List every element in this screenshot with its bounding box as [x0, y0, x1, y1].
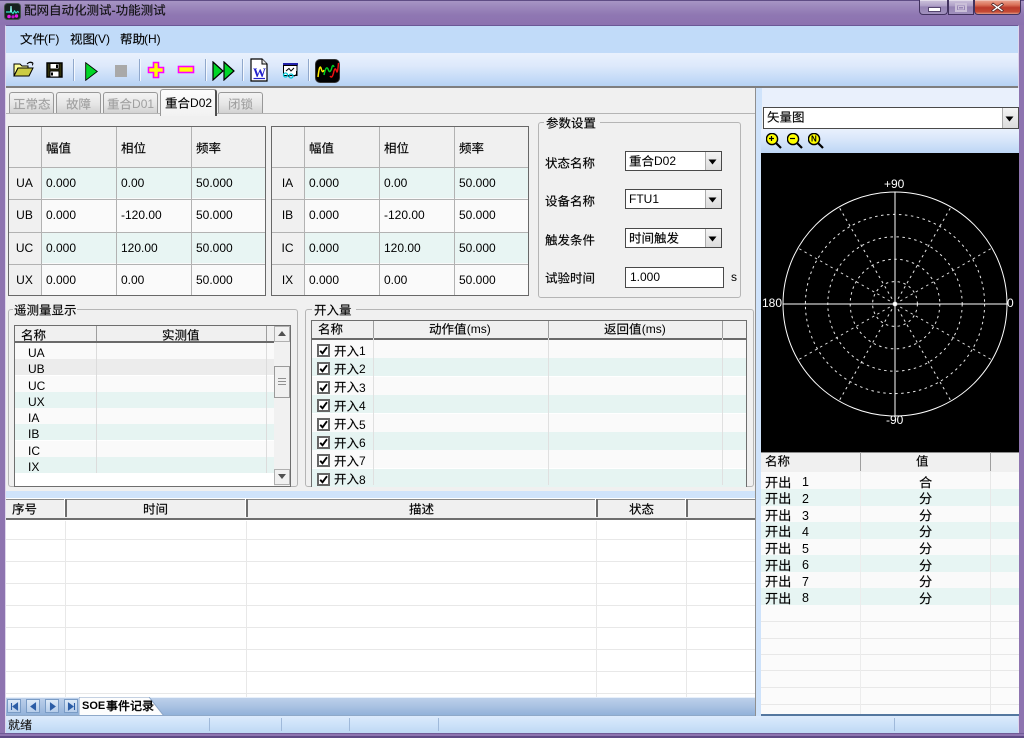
svg-text:W: W	[253, 65, 266, 80]
svg-text:N: N	[811, 135, 817, 144]
